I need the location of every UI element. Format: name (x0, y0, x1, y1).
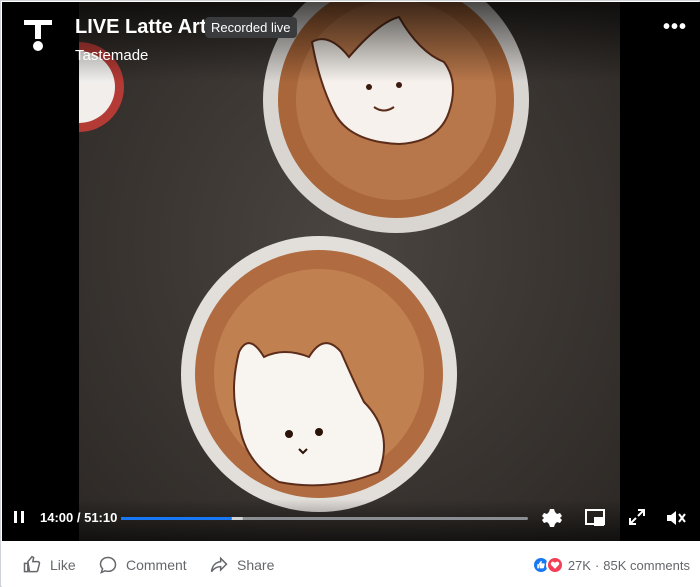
played-bar (121, 517, 233, 520)
love-reaction-icon (545, 556, 564, 574)
fullscreen-icon[interactable] (626, 506, 652, 532)
like-label: Like (50, 557, 76, 573)
time-total: 51:10 (84, 510, 118, 525)
gear-icon[interactable] (539, 506, 565, 532)
share-arrow-icon (210, 556, 228, 573)
comment-button[interactable]: Comment (98, 555, 187, 575)
time-current: 14:00 (40, 510, 74, 525)
video-title[interactable]: LIVE Latte Art (75, 16, 207, 39)
recorded-live-badge: Recorded live (205, 17, 297, 38)
picture-in-picture-icon[interactable] (583, 506, 609, 532)
progress-bar[interactable] (121, 517, 528, 520)
volume-icon[interactable] (664, 506, 690, 532)
video-frame (79, 2, 620, 541)
comment-bubble-icon (99, 556, 117, 574)
thumbs-up-icon (23, 555, 41, 573)
video-header: LIVE Latte Art Recorded live Tastemade •… (2, 2, 700, 82)
reactions-count[interactable]: 27K (568, 558, 591, 573)
comments-count[interactable]: 85K comments (603, 558, 690, 573)
tastemade-logo-icon[interactable] (22, 16, 54, 58)
post-actions: Like Comment Share 27K · 85K comments (2, 541, 700, 587)
time-display: 14:00 / 51:10 (40, 510, 118, 525)
video-controls: 14:00 / 51:10 (2, 499, 700, 541)
like-button[interactable]: Like (22, 555, 76, 575)
more-options-icon[interactable]: ••• (663, 16, 687, 39)
share-button[interactable]: Share (209, 555, 274, 575)
stats-separator: · (594, 557, 600, 573)
share-label: Share (237, 557, 275, 573)
post-stats[interactable]: 27K · 85K comments (531, 556, 690, 574)
pause-icon[interactable] (14, 511, 26, 525)
video-post: LIVE Latte Art Recorded live Tastemade •… (0, 0, 700, 587)
page-name[interactable]: Tastemade (75, 47, 148, 64)
comment-label: Comment (126, 557, 187, 573)
video-player[interactable]: LIVE Latte Art Recorded live Tastemade •… (2, 2, 700, 541)
